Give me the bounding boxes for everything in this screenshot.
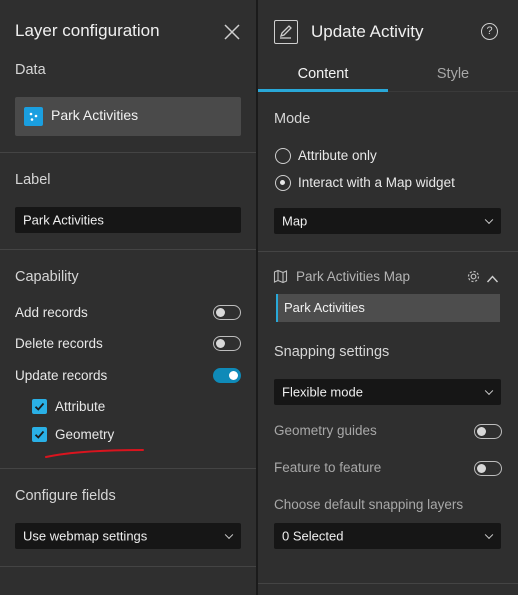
attribute-checkbox[interactable]	[32, 399, 47, 414]
add-records-toggle[interactable]	[213, 305, 241, 320]
label-value: Park Activities	[23, 212, 104, 228]
geometry-guides-toggle[interactable]	[474, 424, 502, 439]
chevron-down-icon	[484, 530, 494, 540]
attribute-label: Attribute	[55, 399, 106, 414]
map-widget-value: Map	[282, 213, 308, 229]
interact-map-label: Interact with a Map widget	[298, 175, 455, 190]
tab-content[interactable]: Content	[258, 58, 388, 91]
divider	[258, 251, 518, 252]
default-snapping-layers-select[interactable]: 0 Selected	[274, 523, 501, 549]
widget-settings-panel: Update Activity ? Content Style Mode Att…	[258, 0, 518, 595]
divider	[0, 566, 256, 567]
configure-fields-heading: Configure fields	[15, 488, 116, 504]
default-snapping-layers-label: Choose default snapping layers	[274, 497, 464, 512]
snapping-mode-value: Flexible mode	[282, 384, 363, 400]
gear-icon[interactable]	[466, 269, 481, 284]
default-snapping-layers-value: 0 Selected	[282, 528, 344, 544]
snapping-mode-select[interactable]: Flexible mode	[274, 379, 501, 405]
data-source-name: Park Activities	[51, 107, 139, 123]
map-icon	[273, 269, 288, 284]
feature-to-feature-label: Feature to feature	[274, 460, 382, 475]
panel-title: Layer configuration	[15, 21, 160, 40]
geometry-checkbox[interactable]	[32, 427, 47, 442]
label-input[interactable]: Park Activities	[15, 207, 241, 233]
label-heading: Label	[15, 172, 51, 188]
delete-records-toggle[interactable]	[213, 336, 241, 351]
divider	[0, 468, 256, 469]
map-widget-select[interactable]: Map	[274, 208, 501, 234]
update-records-label: Update records	[15, 368, 108, 383]
attribute-only-radio[interactable]	[275, 148, 291, 164]
chevron-up-icon[interactable]	[486, 271, 499, 283]
data-heading: Data	[15, 62, 46, 78]
help-icon[interactable]: ?	[481, 23, 498, 40]
attribute-only-label: Attribute only	[298, 148, 377, 163]
geometry-guides-label: Geometry guides	[274, 423, 377, 438]
configure-fields-value: Use webmap settings	[23, 528, 148, 544]
point-layer-icon	[24, 107, 43, 126]
chevron-down-icon	[484, 215, 494, 225]
close-icon[interactable]	[222, 22, 242, 42]
red-underline-annotation	[45, 449, 144, 458]
update-records-toggle[interactable]	[213, 368, 241, 383]
geometry-label: Geometry	[55, 427, 115, 442]
edit-widget-icon	[274, 20, 298, 44]
chevron-down-icon	[224, 530, 234, 540]
divider	[0, 152, 256, 153]
snapping-heading: Snapping settings	[274, 344, 390, 360]
configure-fields-select[interactable]: Use webmap settings	[15, 523, 241, 549]
delete-records-label: Delete records	[15, 336, 103, 351]
feature-to-feature-toggle[interactable]	[474, 461, 502, 476]
divider	[258, 583, 518, 584]
capability-heading: Capability	[15, 269, 79, 285]
chevron-down-icon	[484, 386, 494, 396]
map-layer-item[interactable]: Park Activities	[276, 294, 500, 322]
interact-map-radio[interactable]	[275, 175, 291, 191]
data-source-item[interactable]: Park Activities	[15, 97, 241, 136]
map-section-title: Park Activities Map	[296, 269, 411, 284]
selection-indicator	[276, 294, 278, 322]
divider	[388, 91, 518, 92]
mode-heading: Mode	[274, 111, 311, 127]
layer-configuration-panel: Layer configuration Data Park Activities…	[0, 0, 256, 595]
map-layer-name: Park Activities	[284, 300, 365, 315]
widget-title: Update Activity	[311, 22, 424, 41]
add-records-label: Add records	[15, 305, 88, 320]
active-tab-indicator	[258, 89, 388, 92]
tab-style[interactable]: Style	[388, 58, 518, 91]
divider	[0, 249, 256, 250]
